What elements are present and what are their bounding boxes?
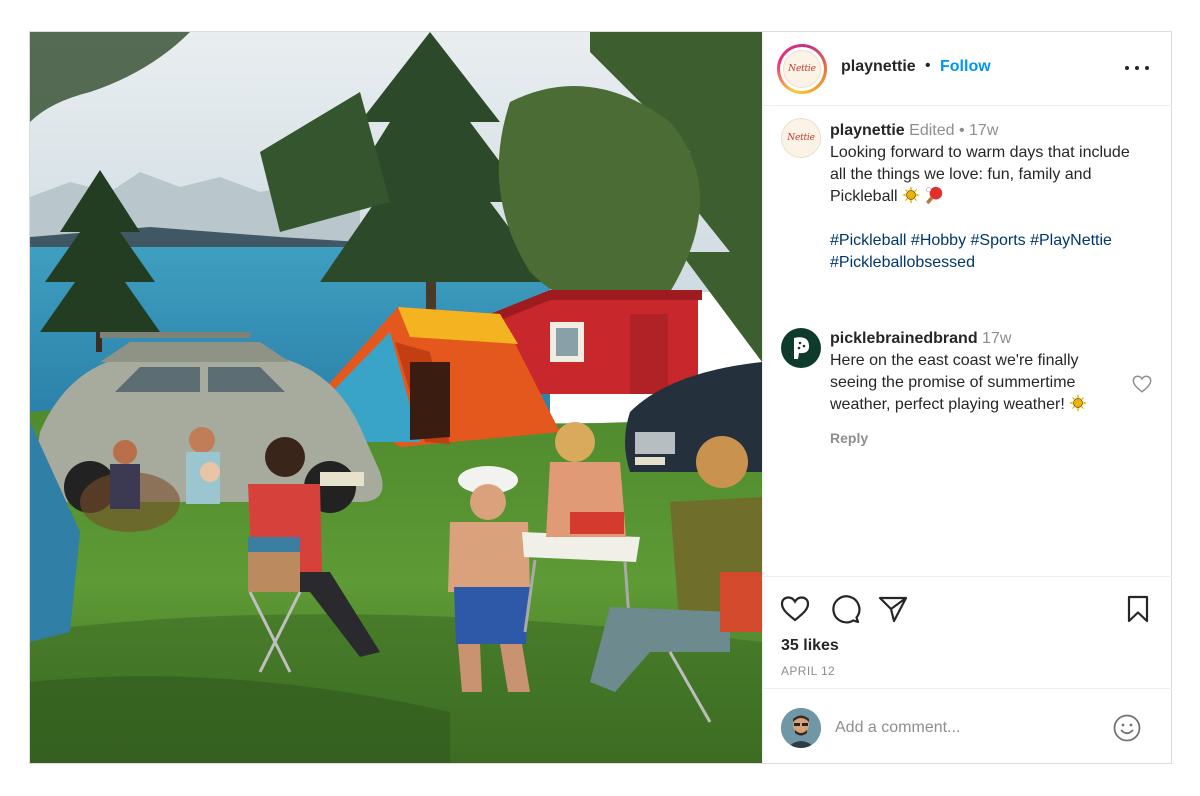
current-user-avatar[interactable] [781,708,821,748]
comment-reply-button[interactable]: Reply [830,430,868,446]
comment-time[interactable]: 17w [982,330,1011,347]
more-options-icon[interactable] [1125,58,1149,78]
author-username[interactable]: playnettie [841,58,916,76]
post-date: APRIL 12 [781,664,836,678]
add-comment-bar [763,688,1172,763]
caption-avatar[interactable]: Nettie [781,118,821,158]
sun-emoji-icon [902,186,921,204]
vintage-camping-photo [30,32,762,763]
comment-like-heart-icon[interactable] [1131,373,1153,395]
post-photo[interactable] [30,32,762,763]
post-actions-bar: 35 likes APRIL 12 [763,576,1172,687]
ping-pong-emoji-icon [925,186,942,204]
instagram-post: Nettie playnettie • Follow Nettie playne… [29,31,1172,764]
comment-bubble-icon[interactable] [829,593,861,625]
caption-dot: • [958,122,965,139]
paper-plane-icon[interactable] [877,593,909,625]
commenter-username[interactable]: picklebrainedbrand [830,330,978,347]
caption-hashtags[interactable]: #Pickleball #Hobby #Sports #PlayNettie #… [830,232,1112,271]
caption-time[interactable]: 17w [969,122,998,139]
comment-text: Here on the east coast we're finally see… [830,352,1079,413]
caption-text: Looking forward to warm days that includ… [830,144,1130,205]
user-photo [781,708,821,748]
follow-button[interactable]: Follow [940,58,991,76]
commenter-avatar[interactable] [781,328,821,368]
pickle-brand-logo-icon [794,337,810,359]
author-avatar: Nettie [783,50,821,88]
caption-edited: Edited [909,122,955,139]
smiley-icon[interactable] [1112,713,1142,743]
add-comment-input[interactable] [835,715,1095,741]
post-header: Nettie playnettie • Follow [763,32,1172,106]
likes-count[interactable]: 35 likes [781,637,839,655]
caption-avatar-logo: Nettie [781,118,821,158]
heart-icon[interactable] [779,593,811,625]
caption-username[interactable]: playnettie [830,122,905,139]
post-side-panel: Nettie playnettie • Follow Nettie playne… [762,32,1172,763]
bookmark-icon[interactable] [1122,593,1154,625]
caption-text-block: playnettie Edited • 17w Looking forward … [830,120,1150,274]
separator-dot: • [925,57,931,74]
author-avatar-story-ring[interactable]: Nettie [777,44,827,94]
sun-emoji-icon [1069,394,1088,412]
comment-text-block: picklebrainedbrand 17w Here on the east … [830,328,1130,416]
